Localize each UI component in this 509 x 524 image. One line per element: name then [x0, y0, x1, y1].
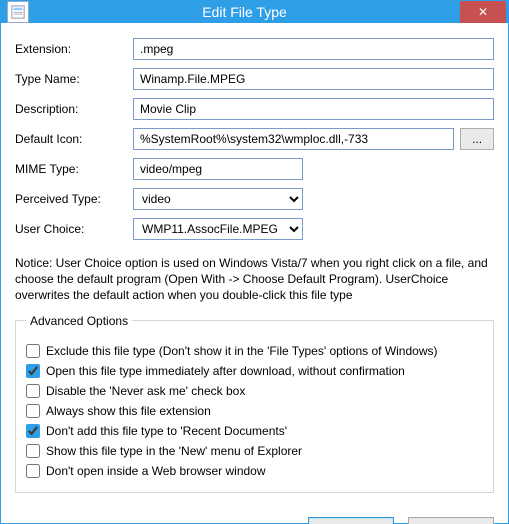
- default-icon-input[interactable]: [133, 128, 454, 150]
- window-title: Edit File Type: [29, 4, 460, 20]
- extension-input[interactable]: [133, 38, 494, 60]
- description-input[interactable]: [133, 98, 494, 120]
- opt-no-browser-window: Don't open inside a Web browser window: [26, 464, 483, 478]
- opt-open-immediately-checkbox[interactable]: [26, 364, 40, 378]
- opt-show-in-new-menu-label: Show this file type in the 'New' menu of…: [46, 444, 302, 458]
- opt-always-show-ext: Always show this file extension: [26, 404, 483, 418]
- user-choice-select[interactable]: WMP11.AssocFile.MPEG: [133, 218, 303, 240]
- type-name-input[interactable]: [133, 68, 494, 90]
- type-name-label: Type Name:: [15, 72, 133, 86]
- close-button[interactable]: ✕: [460, 1, 506, 23]
- close-icon: ✕: [478, 5, 488, 19]
- opt-exclude: Exclude this file type (Don't show it in…: [26, 344, 483, 358]
- dialog-footer: OK Cancel: [1, 503, 508, 524]
- extension-label: Extension:: [15, 42, 133, 56]
- opt-exclude-label: Exclude this file type (Don't show it in…: [46, 344, 438, 358]
- opt-no-recent-docs-label: Don't add this file type to 'Recent Docu…: [46, 424, 287, 438]
- opt-no-browser-window-checkbox[interactable]: [26, 464, 40, 478]
- advanced-options-group: Advanced Options Exclude this file type …: [15, 314, 494, 493]
- browse-icon-button[interactable]: ...: [460, 128, 494, 150]
- edit-file-type-window: Edit File Type ✕ Extension: Type Name: D…: [0, 0, 509, 524]
- opt-disable-never-ask-label: Disable the 'Never ask me' check box: [46, 384, 245, 398]
- cancel-button[interactable]: Cancel: [408, 517, 494, 524]
- perceived-type-label: Perceived Type:: [15, 192, 133, 206]
- opt-exclude-checkbox[interactable]: [26, 344, 40, 358]
- content: Extension: Type Name: Description: Defau…: [1, 23, 508, 503]
- mime-type-label: MIME Type:: [15, 162, 133, 176]
- opt-no-recent-docs-checkbox[interactable]: [26, 424, 40, 438]
- ok-button[interactable]: OK: [308, 517, 394, 524]
- description-label: Description:: [15, 102, 133, 116]
- opt-disable-never-ask: Disable the 'Never ask me' check box: [26, 384, 483, 398]
- opt-open-immediately-label: Open this file type immediately after do…: [46, 364, 405, 378]
- opt-always-show-ext-label: Always show this file extension: [46, 404, 211, 418]
- opt-no-recent-docs: Don't add this file type to 'Recent Docu…: [26, 424, 483, 438]
- opt-show-in-new-menu-checkbox[interactable]: [26, 444, 40, 458]
- advanced-options-legend: Advanced Options: [26, 314, 132, 328]
- default-icon-label: Default Icon:: [15, 132, 133, 146]
- app-icon: [7, 1, 29, 23]
- opt-no-browser-window-label: Don't open inside a Web browser window: [46, 464, 266, 478]
- notice-text: Notice: User Choice option is used on Wi…: [15, 255, 494, 304]
- mime-type-input[interactable]: [133, 158, 303, 180]
- opt-open-immediately: Open this file type immediately after do…: [26, 364, 483, 378]
- user-choice-label: User Choice:: [15, 222, 133, 236]
- opt-show-in-new-menu: Show this file type in the 'New' menu of…: [26, 444, 483, 458]
- titlebar: Edit File Type ✕: [1, 1, 508, 23]
- perceived-type-select[interactable]: video: [133, 188, 303, 210]
- opt-disable-never-ask-checkbox[interactable]: [26, 384, 40, 398]
- opt-always-show-ext-checkbox[interactable]: [26, 404, 40, 418]
